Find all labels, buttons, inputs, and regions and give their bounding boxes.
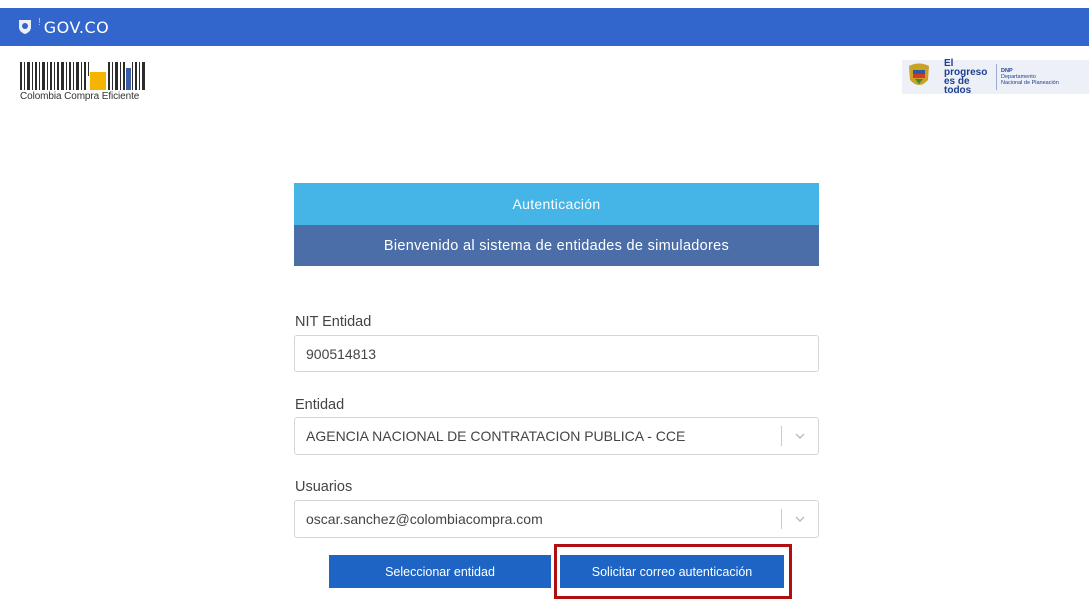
- usuarios-selected-value: oscar.sanchez@colombiacompra.com: [306, 511, 543, 527]
- dnp-name: DNP Departamento Nacional de Planeación: [1001, 68, 1059, 86]
- usuarios-label: Usuarios: [295, 479, 353, 495]
- dnp-logo[interactable]: El progreso es de todos DNP Departamento…: [902, 58, 1089, 96]
- chevron-down-icon[interactable]: [782, 500, 818, 538]
- progress-slogan: El progreso es de todos: [944, 58, 988, 96]
- colombia-shield-icon: [18, 19, 32, 35]
- panel-subtitle: Bienvenido al sistema de entidades de si…: [294, 225, 819, 266]
- colombia-compra-logo[interactable]: Colombia Compra Eficiente: [20, 62, 148, 104]
- logo-caption: Colombia Compra Eficiente: [20, 91, 140, 102]
- panel-title: Autenticación: [294, 183, 819, 225]
- coat-of-arms-icon: [909, 63, 929, 85]
- select-entity-button[interactable]: Seleccionar entidad: [329, 555, 551, 588]
- entidad-selected-value: AGENCIA NACIONAL DE CONTRATACION PUBLICA…: [306, 428, 686, 444]
- highlight-box: [554, 544, 792, 599]
- barcode-logo-icon: [20, 62, 145, 90]
- chevron-down-icon[interactable]: [782, 417, 818, 455]
- entidad-select[interactable]: AGENCIA NACIONAL DE CONTRATACION PUBLICA…: [294, 417, 819, 455]
- entidad-label: Entidad: [295, 397, 345, 413]
- govco-dot: !: [38, 16, 41, 28]
- nit-input[interactable]: 900514813: [294, 335, 819, 372]
- auth-panel: Autenticación Bienvenido al sistema de e…: [294, 183, 819, 266]
- nit-label: NIT Entidad: [295, 314, 372, 330]
- govco-link[interactable]: GOV.CO: [44, 18, 109, 37]
- usuarios-select[interactable]: oscar.sanchez@colombiacompra.com: [294, 500, 819, 538]
- govco-top-bar: ! GOV.CO: [0, 8, 1089, 46]
- logo-divider: [996, 64, 997, 90]
